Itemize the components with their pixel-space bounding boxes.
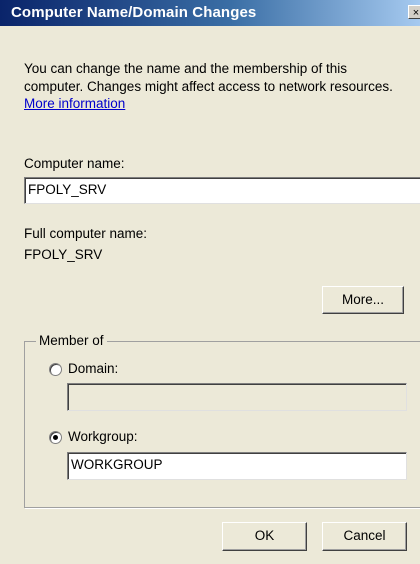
computer-name-dialog: Computer Name/Domain Changes × You can c… xyxy=(0,0,420,564)
domain-label: Domain: xyxy=(68,361,119,376)
full-computer-name-label: Full computer name: xyxy=(24,226,148,241)
workgroup-label: Workgroup: xyxy=(68,429,138,444)
close-icon[interactable]: × xyxy=(408,5,420,19)
domain-radio[interactable] xyxy=(49,363,62,376)
dialog-title: Computer Name/Domain Changes xyxy=(11,4,257,21)
ok-button[interactable]: OK xyxy=(222,522,307,551)
full-computer-name-value: FPOLY_SRV xyxy=(24,247,103,262)
workgroup-radio[interactable] xyxy=(49,431,62,444)
more-button[interactable]: More... xyxy=(322,286,404,314)
radio-selected-dot xyxy=(53,435,58,440)
cancel-button[interactable]: Cancel xyxy=(322,522,407,551)
more-information-link[interactable]: More information xyxy=(24,96,125,111)
domain-input[interactable] xyxy=(67,383,407,411)
computer-name-input[interactable]: FPOLY_SRV xyxy=(24,177,420,204)
intro-text-line-2: computer. Changes might affect access to… xyxy=(24,79,393,94)
member-of-legend: Member of xyxy=(36,333,107,348)
intro-text-line-1: You can change the name and the membersh… xyxy=(24,61,347,76)
workgroup-input[interactable]: WORKGROUP xyxy=(67,452,407,480)
computer-name-label: Computer name: xyxy=(24,156,125,171)
title-bar[interactable]: Computer Name/Domain Changes × xyxy=(0,0,420,26)
